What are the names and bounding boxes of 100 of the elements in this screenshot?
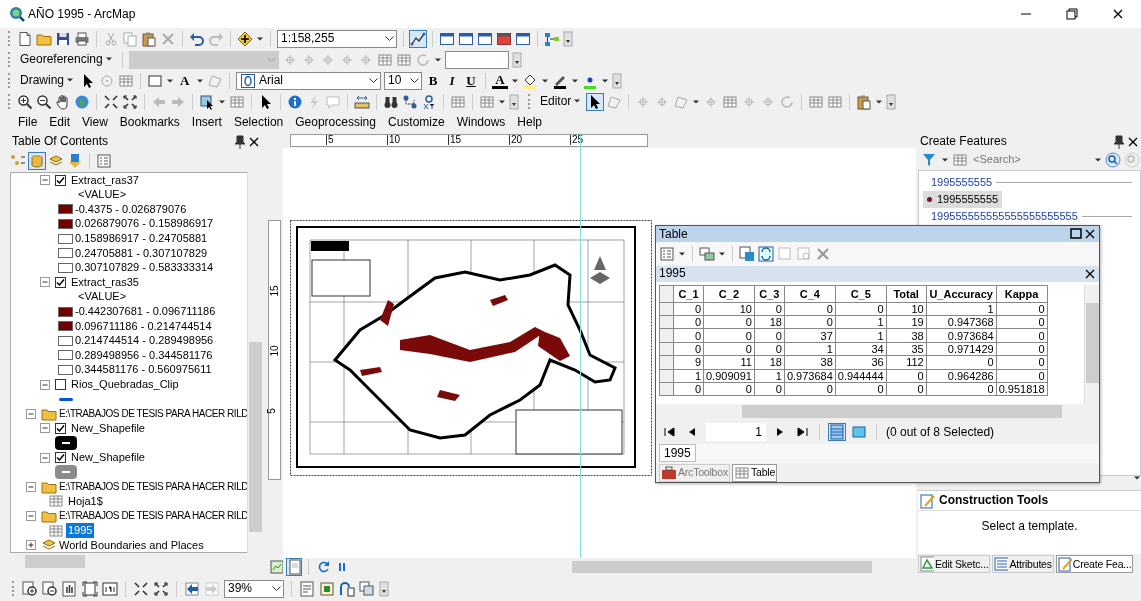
layer-label[interactable]: Extract_ras35 bbox=[71, 275, 139, 290]
arrows-out-icon[interactable] bbox=[153, 580, 169, 597]
delete-icon[interactable] bbox=[815, 245, 831, 262]
table-options-icon[interactable] bbox=[96, 153, 112, 169]
underline-button[interactable]: U bbox=[463, 72, 479, 89]
pin-icon[interactable] bbox=[1111, 133, 1125, 150]
ruler-icon[interactable] bbox=[354, 93, 370, 110]
network-icon[interactable] bbox=[544, 30, 560, 47]
italic-button[interactable]: I bbox=[444, 72, 460, 89]
folder-label[interactable]: E:\TRABAJOS DE TESIS PARA HACER RILD bbox=[59, 407, 248, 420]
layer-label[interactable]: New_Shapefile bbox=[71, 421, 145, 435]
arrows-in-icon[interactable] bbox=[103, 93, 119, 110]
layer-label[interactable]: Rios_Quebradas_Clip bbox=[71, 378, 179, 392]
column-header[interactable]: C_1 bbox=[673, 285, 704, 303]
save-icon[interactable] bbox=[55, 30, 71, 47]
checkbox[interactable] bbox=[55, 174, 66, 186]
arrows-in-icon[interactable] bbox=[133, 580, 149, 597]
expand-icon[interactable] bbox=[23, 537, 39, 552]
editor-menu[interactable]: Editor bbox=[537, 94, 585, 109]
table-icon[interactable] bbox=[450, 93, 466, 110]
column-header[interactable]: U_Accuracy bbox=[926, 285, 997, 303]
data-driven-pages-icon[interactable] bbox=[359, 580, 375, 597]
table-icon[interactable] bbox=[808, 93, 825, 110]
search-field[interactable]: <Search> bbox=[971, 152, 1091, 168]
selection-icon[interactable] bbox=[199, 93, 215, 110]
row-selector[interactable] bbox=[659, 302, 674, 316]
caret-icon[interactable] bbox=[196, 78, 204, 83]
layer-label[interactable]: New_Shapefile bbox=[71, 451, 145, 465]
column-header[interactable]: C_3 bbox=[754, 285, 785, 303]
menu-item[interactable]: Geoprocessing bbox=[289, 115, 382, 130]
paint-bucket-icon[interactable] bbox=[522, 72, 538, 89]
menu-item[interactable]: Help bbox=[511, 115, 549, 130]
maximize-icon[interactable] bbox=[1068, 226, 1082, 242]
table-icon[interactable] bbox=[827, 93, 844, 110]
drawing-menu[interactable]: Drawing bbox=[17, 73, 77, 88]
menu-item[interactable]: Customize bbox=[381, 115, 451, 130]
font-dropdown[interactable]: Arial bbox=[236, 71, 381, 90]
menu-item[interactable]: Selection bbox=[227, 115, 290, 130]
window-icon[interactable] bbox=[496, 30, 512, 47]
column-header[interactable]: C_4 bbox=[784, 285, 836, 303]
switch-selection-icon[interactable] bbox=[758, 245, 774, 262]
template-item[interactable]: 1995555555 bbox=[923, 191, 1003, 208]
pin-icon[interactable] bbox=[232, 133, 246, 150]
change-layout-icon[interactable] bbox=[339, 580, 355, 597]
menu-item[interactable]: View bbox=[76, 115, 114, 130]
search-icon[interactable] bbox=[1105, 152, 1121, 168]
focus-frame-icon[interactable] bbox=[319, 580, 335, 597]
table-icon[interactable] bbox=[376, 51, 393, 68]
page-zoom-in-icon[interactable] bbox=[22, 580, 38, 597]
arrows-out-icon[interactable] bbox=[122, 93, 138, 110]
menu-item[interactable]: Bookmarks bbox=[113, 115, 186, 130]
page-fit-icon[interactable] bbox=[82, 580, 98, 597]
plus-icon[interactable] bbox=[237, 30, 253, 47]
zoom-in-icon[interactable] bbox=[17, 93, 33, 110]
text-tool[interactable]: A bbox=[177, 72, 193, 89]
dock-tab[interactable]: Table bbox=[731, 463, 778, 482]
row-selector[interactable] bbox=[659, 342, 674, 356]
font-color-button[interactable]: A bbox=[492, 72, 508, 89]
caret-icon[interactable] bbox=[601, 78, 609, 83]
panel-tab[interactable]: Attributes bbox=[992, 555, 1054, 573]
caret-icon[interactable] bbox=[678, 251, 686, 256]
window-icon[interactable] bbox=[458, 30, 474, 47]
previous-extent-icon[interactable] bbox=[184, 580, 200, 597]
caret-icon[interactable] bbox=[875, 99, 884, 104]
table-label[interactable]: 1995 bbox=[66, 522, 95, 539]
caret-icon[interactable] bbox=[718, 251, 726, 256]
folder-label[interactable]: E:\TRABAJOS DE TESIS PARA HACER RILD bbox=[59, 480, 248, 493]
refresh-icon[interactable] bbox=[316, 559, 330, 575]
dock-tab[interactable]: ArcToolbox bbox=[659, 463, 730, 482]
zoom-to-selected-icon[interactable] bbox=[796, 245, 812, 262]
select-by-attributes-icon[interactable] bbox=[739, 245, 755, 262]
checkbox[interactable] bbox=[55, 276, 66, 288]
column-header[interactable]: C_5 bbox=[835, 285, 887, 303]
target-icon[interactable] bbox=[421, 93, 437, 110]
sheet-tab[interactable]: 1995 bbox=[659, 444, 696, 463]
printer-icon[interactable] bbox=[74, 30, 90, 47]
panel-tab[interactable]: Edit Sketc... bbox=[918, 555, 991, 573]
layer-label[interactable]: Extract_ras37 bbox=[71, 173, 139, 187]
table-label[interactable]: Hoja1$ bbox=[66, 493, 105, 509]
panel-tab[interactable]: Create Fea... bbox=[1055, 555, 1134, 573]
record-field[interactable]: 1 bbox=[706, 422, 766, 441]
show-all-records-icon[interactable] bbox=[829, 423, 845, 440]
caret-icon[interactable] bbox=[218, 99, 226, 104]
checkbox[interactable] bbox=[55, 452, 66, 464]
zoom-dropdown[interactable]: 39% bbox=[224, 579, 284, 598]
window-icon[interactable] bbox=[439, 30, 455, 47]
clipboard-icon[interactable] bbox=[856, 93, 873, 110]
clipboard-icon[interactable] bbox=[141, 30, 157, 47]
checkbox[interactable] bbox=[55, 422, 66, 434]
show-selected-records-icon[interactable] bbox=[851, 423, 867, 440]
database-icon[interactable] bbox=[29, 153, 45, 169]
column-header[interactable]: C_2 bbox=[703, 285, 755, 303]
info-icon[interactable] bbox=[287, 93, 303, 110]
data-view-icon[interactable] bbox=[269, 559, 283, 575]
scrollbar[interactable] bbox=[1084, 284, 1099, 404]
restore-icon[interactable] bbox=[1064, 6, 1080, 22]
related-tables-icon[interactable] bbox=[699, 245, 715, 262]
caret-icon[interactable] bbox=[541, 78, 549, 83]
menu-item[interactable]: Insert bbox=[185, 115, 228, 130]
caret-icon[interactable] bbox=[433, 57, 442, 62]
